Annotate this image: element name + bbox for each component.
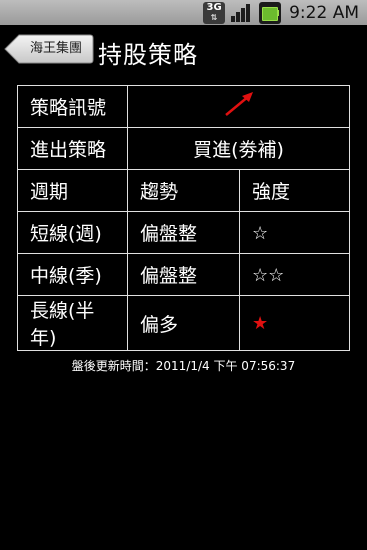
period-cell: 短線(週) — [17, 211, 128, 254]
trend-cell: 偏盤整 — [127, 211, 240, 254]
entry-strategy-row: 進出策略 買進(劵補) — [17, 127, 350, 170]
table-row: 短線(週) 偏盤整 ☆ — [17, 211, 350, 254]
table-row: 中線(季) 偏盤整 ☆☆ — [17, 253, 350, 296]
strength-header: 強度 — [239, 169, 350, 212]
title-bar: 海王集團 持股策略 — [0, 25, 367, 75]
strength-cell: ☆☆ — [239, 253, 350, 296]
period-cell: 中線(季) — [17, 253, 128, 296]
strategy-table: 策略訊號 進出策略 買進(劵補) 週期 趨勢 強度 短線(週) 偏盤整 ☆ 中線… — [17, 85, 350, 351]
network-label: 3G — [206, 1, 222, 13]
star-outline-icon: ☆☆ — [252, 264, 285, 286]
battery-icon — [259, 1, 282, 24]
star-outline-icon: ☆ — [252, 222, 269, 244]
signal-label: 策略訊號 — [17, 85, 128, 128]
period-header: 週期 — [17, 169, 128, 212]
status-bar: 3G ⇅ 9:22 AM — [0, 0, 367, 25]
red-star-icon: ★ — [252, 313, 269, 334]
update-time: 盤後更新時間：2011/1/4 下午 07:56:37 — [71, 359, 296, 373]
red-up-right-arrow-icon — [224, 92, 253, 116]
strength-cell: ☆ — [239, 211, 350, 254]
page-title: 持股策略 — [98, 41, 198, 69]
entry-value: 買進(劵補) — [127, 127, 350, 170]
table-row: 長線(半年) 偏多 ★ — [17, 295, 350, 351]
signal-strength-icon — [230, 2, 254, 24]
trend-cell: 偏盤整 — [127, 253, 240, 296]
signal-value — [127, 85, 350, 128]
period-cell: 長線(半年) — [17, 295, 128, 351]
entry-label: 進出策略 — [17, 127, 128, 170]
trend-header: 趨勢 — [127, 169, 240, 212]
3g-network-icon: 3G ⇅ — [203, 1, 226, 24]
signal-row: 策略訊號 — [17, 85, 350, 128]
strength-cell: ★ — [239, 295, 350, 351]
status-clock: 9:22 AM — [289, 2, 359, 23]
back-button[interactable]: 海王集團 — [4, 33, 94, 65]
column-header-row: 週期 趨勢 強度 — [17, 169, 350, 212]
back-button-label: 海王集團 — [29, 41, 82, 56]
trend-cell: 偏多 — [127, 295, 240, 351]
